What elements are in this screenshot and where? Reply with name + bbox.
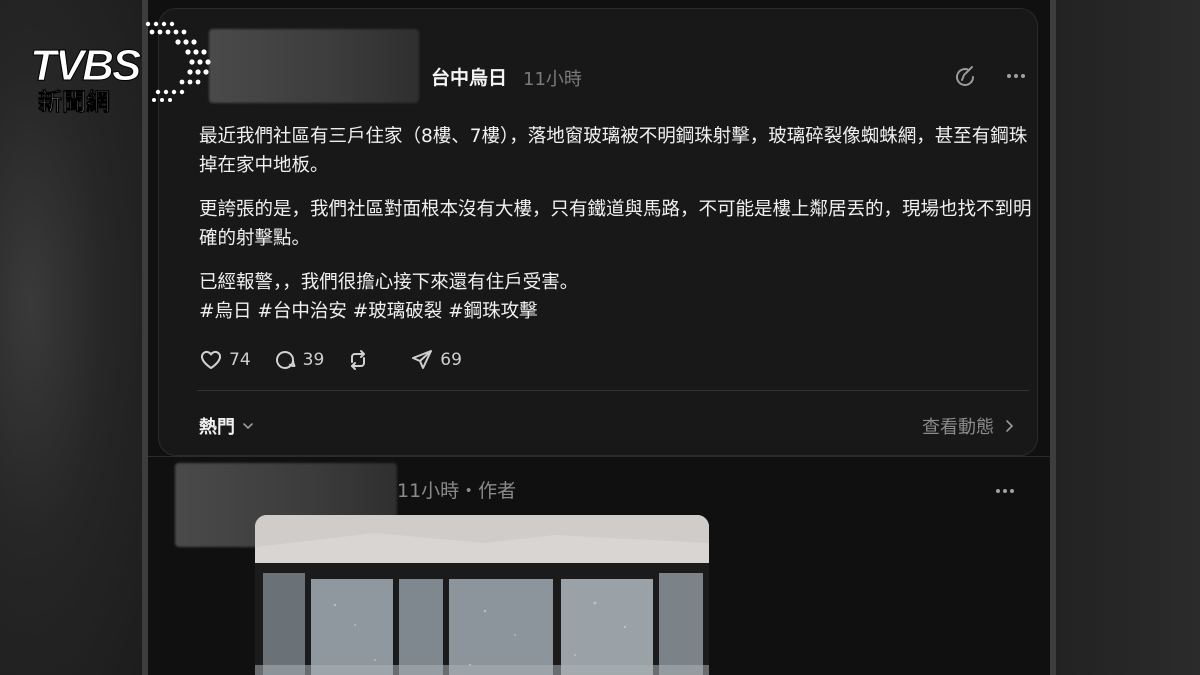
repost-icon — [351, 350, 366, 370]
logo-subtitle: 新聞網 — [38, 88, 110, 116]
comment-count: 39 — [302, 350, 325, 370]
post-actions: 74 39 69 — [199, 345, 482, 375]
reply-meta: 11小時・作者 — [397, 480, 517, 502]
sort-dropdown[interactable]: 熱門 — [199, 413, 255, 439]
view-activity-link[interactable]: 查看動態 — [922, 413, 1016, 439]
section-divider — [197, 390, 1029, 391]
comment-icon — [275, 351, 296, 369]
reply-photo[interactable] — [255, 515, 709, 675]
post-paragraph: 最近我們社區有三戶住家（8樓、7樓），落地窗玻璃被不明鋼珠射擊，玻璃碎裂像蜘蛛網… — [199, 126, 1028, 176]
view-activity-label: 查看動態 — [922, 417, 994, 438]
post-body: 最近我們社區有三戶住家（8樓、7樓），落地窗玻璃被不明鋼珠射擊，玻璃碎裂像蜘蛛網… — [199, 122, 1039, 326]
comment-button[interactable]: 39 — [273, 348, 325, 372]
repost-button[interactable] — [346, 348, 376, 372]
heart-icon — [200, 350, 222, 369]
share-count: 69 — [440, 350, 462, 370]
post-paragraph: 更誇張的是，我們社區對面根本沒有大樓，只有鐵道與馬路，不可能是樓上鄰居丟的，現場… — [199, 199, 1032, 249]
blurred-avatar-area — [209, 29, 419, 103]
tvbs-logo: TVBS 新聞網 — [30, 21, 211, 116]
phone-bezel-right — [1050, 0, 1056, 675]
post-separator — [148, 456, 1050, 457]
share-button[interactable]: 69 — [410, 348, 462, 372]
more-dots-icon[interactable] — [994, 480, 1016, 502]
like-count: 74 — [229, 350, 251, 370]
post-author[interactable]: 台中烏日 — [431, 63, 507, 90]
logo-brand: TVBS — [30, 41, 141, 90]
edit-circle-icon[interactable] — [953, 65, 977, 89]
send-icon — [412, 350, 433, 369]
more-dots-icon[interactable] — [1005, 65, 1027, 87]
threads-app-screen: 台中烏日 11小時 最近我們社區有三戶住家（8樓、7樓），落地窗玻璃被不明鋼珠射… — [148, 0, 1050, 675]
background-blur-right — [1050, 0, 1200, 675]
cracked-window-photo — [255, 515, 709, 675]
post-hashtags[interactable]: #烏日 #台中治安 #玻璃破裂 #鋼珠攻擊 — [199, 297, 1039, 326]
chevron-right-icon — [1006, 420, 1014, 432]
post-paragraph: 已經報警，，我們很擔心接下來還有住戶受害。 — [199, 272, 579, 293]
sort-label: 熱門 — [199, 417, 235, 438]
chevron-down-icon — [243, 423, 253, 430]
post-time: 11小時 — [523, 69, 582, 90]
logo-dot-pattern — [145, 21, 211, 102]
post-card: 台中烏日 11小時 最近我們社區有三戶住家（8樓、7樓），落地窗玻璃被不明鋼珠射… — [158, 8, 1038, 456]
like-button[interactable]: 74 — [199, 348, 251, 372]
